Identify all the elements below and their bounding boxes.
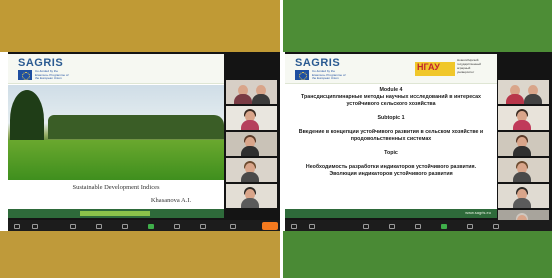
participant-tile[interactable] <box>226 132 277 156</box>
participant-tile[interactable] <box>498 106 549 130</box>
erasmus-text: Co-funded by the Erasmus+ Programme of t… <box>35 69 69 80</box>
subtopic-title: Введение в концепции устойчивого развити… <box>298 129 484 142</box>
record-icon[interactable] <box>467 224 473 229</box>
mic-icon[interactable] <box>291 224 297 229</box>
security-icon[interactable] <box>70 224 76 229</box>
right-participant-gallery <box>498 80 549 231</box>
right-shared-slide: SAGRIS Co-funded by the Erasmus+ Program… <box>285 54 497 218</box>
university-logo: НГАУ Новосибирский государственный аграр… <box>415 56 481 80</box>
participant-body <box>513 198 531 208</box>
meeting-toolbar <box>285 220 552 231</box>
green-field <box>8 140 224 180</box>
participant-body <box>506 94 524 104</box>
participant-tile[interactable] <box>226 158 277 182</box>
reactions-icon[interactable] <box>493 224 499 229</box>
participant-tile[interactable] <box>498 158 549 182</box>
eu-flag-icon <box>295 70 309 80</box>
end-meeting-button[interactable] <box>262 222 278 230</box>
erasmus-text: Co-funded by the Erasmus+ Programme of t… <box>312 69 346 80</box>
video-icon[interactable] <box>32 224 38 229</box>
share-screen-icon[interactable] <box>441 224 447 229</box>
video-icon[interactable] <box>309 224 315 229</box>
participants-icon[interactable] <box>96 224 102 229</box>
participant-body <box>524 94 542 104</box>
slide-title: Sustainable Development Indices <box>72 184 160 191</box>
participant-tile[interactable] <box>226 106 277 130</box>
reactions-icon[interactable] <box>200 224 206 229</box>
university-name: Новосибирский государственный аграрный у… <box>457 58 481 74</box>
chat-icon[interactable] <box>122 224 128 229</box>
sagris-logo: SAGRIS <box>295 57 341 69</box>
left-zoom-window: SAGRIS Co-funded by the Erasmus+ Program… <box>8 52 280 231</box>
participant-body <box>241 120 259 130</box>
security-icon[interactable] <box>363 224 369 229</box>
forest-field-photo <box>8 85 224 180</box>
slide-footer <box>8 209 224 218</box>
footer-accent-bar <box>80 211 150 216</box>
left-shared-slide: SAGRIS Co-funded by the Erasmus+ Program… <box>8 54 224 218</box>
record-icon[interactable] <box>174 224 180 229</box>
apps-icon[interactable] <box>230 224 236 229</box>
participant-tile[interactable] <box>498 80 549 104</box>
topic-title: Необходимость разработки индикаторов уст… <box>305 164 477 177</box>
university-logo-text: НГАУ <box>417 62 440 72</box>
participant-body <box>513 146 531 156</box>
left-participant-gallery <box>226 80 277 210</box>
slide-footer: www.sagris.eu <box>285 209 497 218</box>
participant-body <box>234 94 252 104</box>
share-screen-icon[interactable] <box>148 224 154 229</box>
forest-line <box>48 115 224 139</box>
module-title: Трансдисциплинарные методы научных иссле… <box>301 94 481 107</box>
right-zoom-window: SAGRIS Co-funded by the Erasmus+ Program… <box>285 52 552 231</box>
sagris-logo: SAGRIS <box>18 57 64 69</box>
slide-header: SAGRIS Co-funded by the Erasmus+ Program… <box>285 54 497 84</box>
participant-body <box>241 146 259 156</box>
right-frame-bottom <box>283 231 552 278</box>
slide-header: SAGRIS Co-funded by the Erasmus+ Program… <box>8 54 224 84</box>
left-frame-top <box>0 0 280 52</box>
participants-icon[interactable] <box>389 224 395 229</box>
participant-body <box>241 198 259 208</box>
participant-tile[interactable] <box>226 80 277 104</box>
chat-icon[interactable] <box>415 224 421 229</box>
module-description: Module 4 Трансдисциплинарные методы науч… <box>293 87 489 178</box>
slide-author: Khasanova A.I. <box>150 197 192 204</box>
right-photo-panel: SAGRIS Co-funded by the Erasmus+ Program… <box>283 0 552 278</box>
footer-url: www.sagris.eu <box>465 210 491 215</box>
right-frame-top <box>283 0 552 52</box>
left-frame-bottom <box>0 231 280 278</box>
participant-tile[interactable] <box>498 132 549 156</box>
subtopic-label: Subtopic 1 <box>377 115 405 121</box>
participant-body <box>241 172 259 182</box>
participant-body <box>252 94 270 104</box>
left-photo-panel: SAGRIS Co-funded by the Erasmus+ Program… <box>0 0 280 278</box>
participant-tile[interactable] <box>498 184 549 208</box>
topic-label: Topic <box>384 150 398 156</box>
meeting-toolbar <box>8 220 280 231</box>
eu-flag-icon <box>18 70 32 80</box>
participant-tile[interactable] <box>226 184 277 208</box>
participant-body <box>513 120 531 130</box>
module-label: Module 4 <box>379 87 403 93</box>
photo-collage: SAGRIS Co-funded by the Erasmus+ Program… <box>0 0 552 278</box>
slide-caption: Sustainable Development Indices Khasanov… <box>8 182 224 204</box>
participant-body <box>513 172 531 182</box>
mic-icon[interactable] <box>14 224 20 229</box>
